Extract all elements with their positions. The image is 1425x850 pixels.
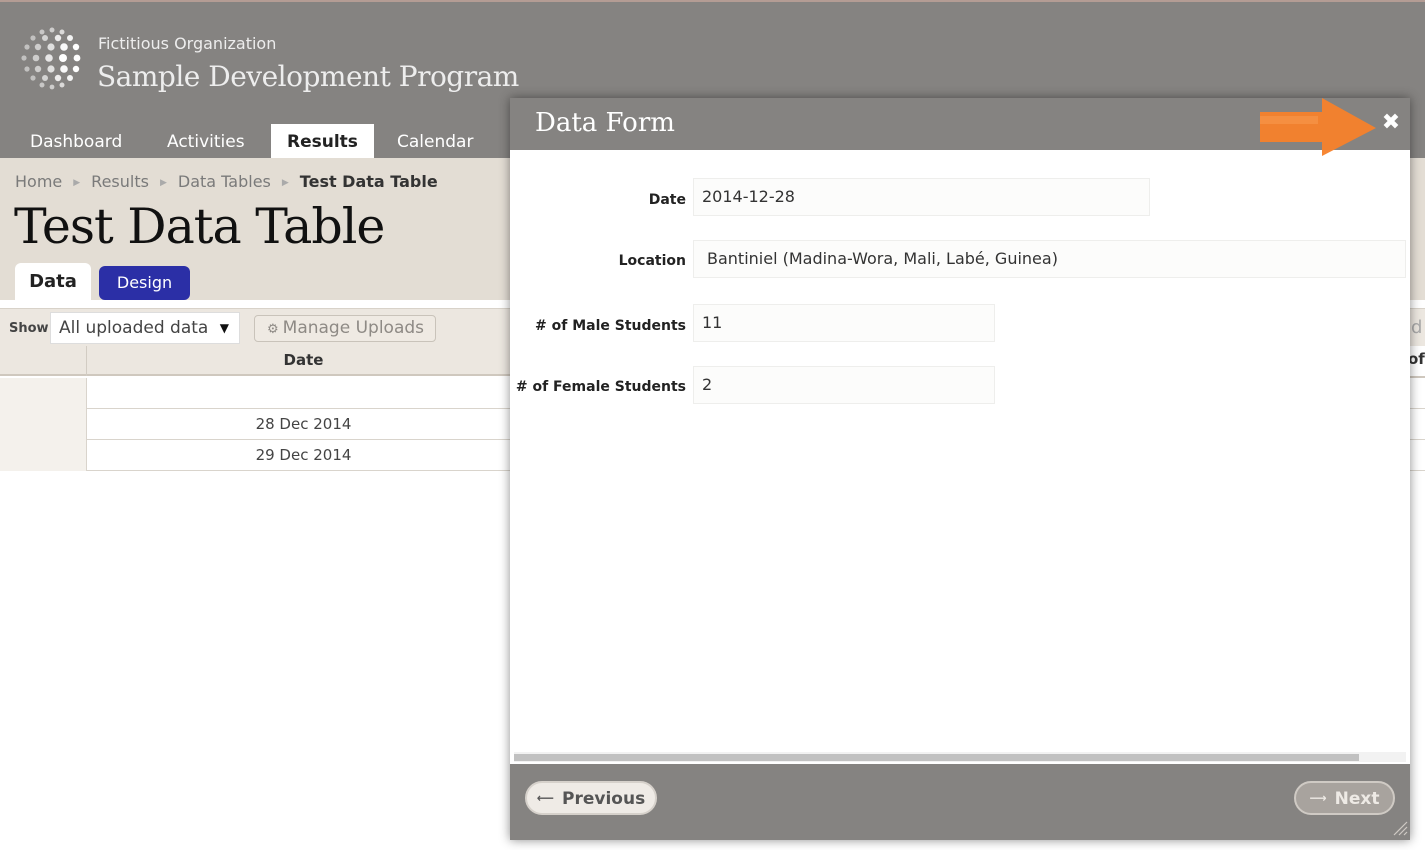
date-label: Date xyxy=(648,192,686,208)
show-filter-value: All uploaded data xyxy=(59,318,209,338)
date-field[interactable]: 2014-12-28 xyxy=(693,178,1150,216)
organization-logo-icon xyxy=(21,27,81,90)
close-icon[interactable]: ✖ xyxy=(1380,112,1402,134)
breadcrumb: Home ▶ Results ▶ Data Tables ▶ Test Data Table xyxy=(15,172,438,191)
breadcrumb-data-tables[interactable]: Data Tables xyxy=(178,172,271,191)
column-header-date[interactable]: Date xyxy=(87,346,520,376)
nav-calendar[interactable]: Calendar xyxy=(381,124,489,160)
show-label: Show xyxy=(9,321,49,336)
arrow-right-icon: ⟶ xyxy=(1309,791,1327,805)
male-students-field[interactable]: 11 xyxy=(693,304,995,342)
manage-uploads-label: Manage Uploads xyxy=(282,318,425,338)
data-form-dialog: Data Form ✖ Date 2014-12-28 Location Ban… xyxy=(510,98,1410,840)
column-header-fragment: of xyxy=(1408,350,1425,368)
female-students-field[interactable]: 2 xyxy=(693,366,995,404)
row-selector-cell[interactable] xyxy=(0,440,87,471)
breadcrumb-separator-icon: ▶ xyxy=(159,178,167,188)
next-button[interactable]: ⟶ Next xyxy=(1294,781,1395,815)
row-selector-cell[interactable] xyxy=(0,409,87,440)
location-label: Location xyxy=(618,253,686,269)
nav-dashboard[interactable]: Dashboard xyxy=(14,124,138,160)
dialog-footer: ⟵ Previous ⟶ Next xyxy=(510,764,1410,840)
previous-button[interactable]: ⟵ Previous xyxy=(525,781,657,815)
toolbar-right-button-fragment[interactable]: d xyxy=(1411,317,1422,338)
manage-uploads-button[interactable]: ⚙ Manage Uploads xyxy=(254,315,436,342)
breadcrumb-results[interactable]: Results xyxy=(91,172,149,191)
nav-results[interactable]: Results xyxy=(271,124,374,160)
page-title: Test Data Table xyxy=(14,198,385,255)
table-row[interactable]: 29 Dec 2014 xyxy=(0,440,520,471)
annotation-arrow-icon xyxy=(1260,98,1376,156)
show-filter-select[interactable]: All uploaded data ▼ xyxy=(50,312,240,344)
tab-data[interactable]: Data xyxy=(15,263,91,300)
gear-icon: ⚙ xyxy=(267,322,279,337)
male-students-label: # of Male Students xyxy=(535,318,686,334)
date-cell: 29 Dec 2014 xyxy=(255,446,352,464)
dialog-header: Data Form ✖ xyxy=(510,98,1410,156)
program-name[interactable]: Sample Development Program xyxy=(97,60,519,93)
date-cell: 28 Dec 2014 xyxy=(255,415,352,433)
scrollbar-thumb[interactable] xyxy=(514,754,1359,761)
dropdown-caret-icon: ▼ xyxy=(219,321,229,335)
nav-activities[interactable]: Activities xyxy=(151,124,261,160)
organization-name: Fictitious Organization xyxy=(98,34,277,53)
female-students-label: # of Female Students xyxy=(515,379,686,395)
next-label: Next xyxy=(1334,789,1380,809)
breadcrumb-separator-icon: ▶ xyxy=(281,178,289,188)
table-row[interactable] xyxy=(0,378,520,409)
table-header: Date xyxy=(0,346,520,376)
row-selector-header xyxy=(0,346,87,376)
table-right-fragment xyxy=(1410,376,1425,471)
row-selector-cell[interactable] xyxy=(0,378,87,409)
breadcrumb-separator-icon: ▶ xyxy=(73,178,81,188)
breadcrumb-home[interactable]: Home xyxy=(15,172,62,191)
tab-design[interactable]: Design xyxy=(99,266,190,300)
location-field[interactable]: Bantiniel (Madina-Wora, Mali, Labé, Guin… xyxy=(693,240,1406,278)
arrow-left-icon: ⟵ xyxy=(536,791,554,805)
table-row[interactable]: 28 Dec 2014 xyxy=(0,409,520,440)
resize-grip-icon[interactable] xyxy=(1392,820,1408,836)
date-cell xyxy=(87,378,520,409)
dialog-title: Data Form xyxy=(535,108,675,138)
previous-label: Previous xyxy=(562,789,646,809)
breadcrumb-current: Test Data Table xyxy=(299,172,438,191)
horizontal-scrollbar[interactable] xyxy=(514,752,1406,762)
